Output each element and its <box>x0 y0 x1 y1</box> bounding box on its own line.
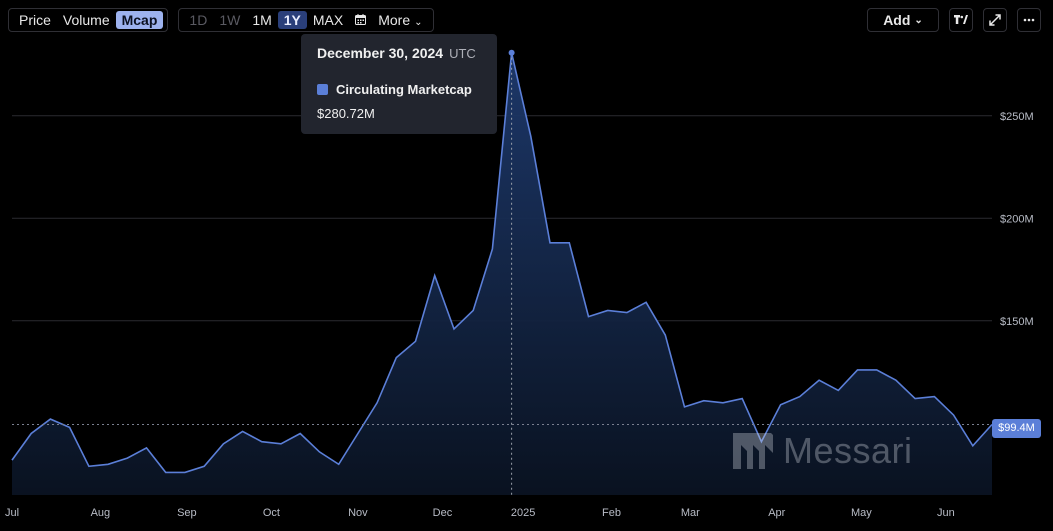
tab-volume[interactable]: Volume <box>57 11 116 29</box>
x-tick-label: Sep <box>177 507 197 519</box>
tab-price[interactable]: Price <box>13 11 57 29</box>
chevron-down-icon: ⌄ <box>414 17 423 28</box>
messari-watermark: Messari <box>733 430 913 472</box>
add-button[interactable]: Add ⌄ <box>867 8 939 32</box>
tooltip-date: December 30, 2024 UTC <box>317 45 476 61</box>
more-label: More <box>378 12 411 28</box>
x-tick-label: Oct <box>263 507 280 519</box>
fullscreen-button[interactable] <box>983 8 1007 32</box>
chevron-down-icon: ⌄ <box>914 14 923 26</box>
x-tick-label: Feb <box>602 507 621 519</box>
tradingview-icon <box>954 15 968 24</box>
current-value-tag: $99.4M <box>992 419 1041 438</box>
ellipsis-icon <box>1023 18 1035 22</box>
range-max[interactable]: MAX <box>307 11 349 29</box>
marketcap-area <box>12 52 992 496</box>
y-axis: $150M $200M $250M <box>1000 111 1034 328</box>
watermark-text: Messari <box>783 430 913 471</box>
x-tick-label: Mar <box>681 507 700 519</box>
tooltip-timezone: UTC <box>449 46 476 61</box>
chart-toolbar: Price Volume Mcap 1D 1W 1M 1Y MAX More ⌄ <box>8 8 434 32</box>
range-1d[interactable]: 1D <box>183 11 213 29</box>
x-tick-label: 2025 <box>511 507 535 519</box>
series-swatch <box>317 84 328 95</box>
metric-tab-group: Price Volume Mcap <box>8 8 169 32</box>
x-tick-label: Aug <box>91 507 111 519</box>
range-1w[interactable]: 1W <box>213 11 246 29</box>
expand-icon <box>989 14 1001 26</box>
range-1m[interactable]: 1M <box>246 11 277 29</box>
x-tick-label: May <box>851 507 872 519</box>
y-tick-label: $150M <box>1000 316 1034 328</box>
messari-logo-icon <box>733 433 773 469</box>
more-options-button[interactable] <box>1017 8 1041 32</box>
x-axis: Jul Aug Sep Oct Nov Dec 2025 Feb Mar Apr May Jun <box>5 507 955 519</box>
x-tick-label: Nov <box>348 507 368 519</box>
y-tick-label: $200M <box>1000 213 1034 225</box>
more-button[interactable]: More ⌄ <box>372 11 428 29</box>
add-label: Add <box>883 12 911 28</box>
tab-mcap[interactable]: Mcap <box>115 11 164 29</box>
x-tick-label: Apr <box>768 507 785 519</box>
tooltip-date-text: December 30, 2024 <box>317 45 444 61</box>
tooltip-value: $280.72M <box>317 106 375 121</box>
range-tab-group: 1D 1W 1M 1Y MAX More ⌄ <box>178 8 434 32</box>
x-tick-label: Jun <box>937 507 955 519</box>
right-toolbar: Add ⌄ <box>867 8 1041 32</box>
x-tick-label: Dec <box>433 507 453 519</box>
range-1y[interactable]: 1Y <box>277 11 307 29</box>
tooltip-series-name: Circulating Marketcap <box>336 82 472 97</box>
hover-point <box>508 49 515 56</box>
tradingview-button[interactable] <box>949 8 973 32</box>
x-tick-label: Jul <box>5 507 19 519</box>
calendar-icon <box>355 14 367 25</box>
y-tick-label: $250M <box>1000 111 1034 123</box>
calendar-button[interactable] <box>349 11 372 29</box>
hover-tooltip: December 30, 2024 UTC Circulating Marketc… <box>301 34 497 134</box>
